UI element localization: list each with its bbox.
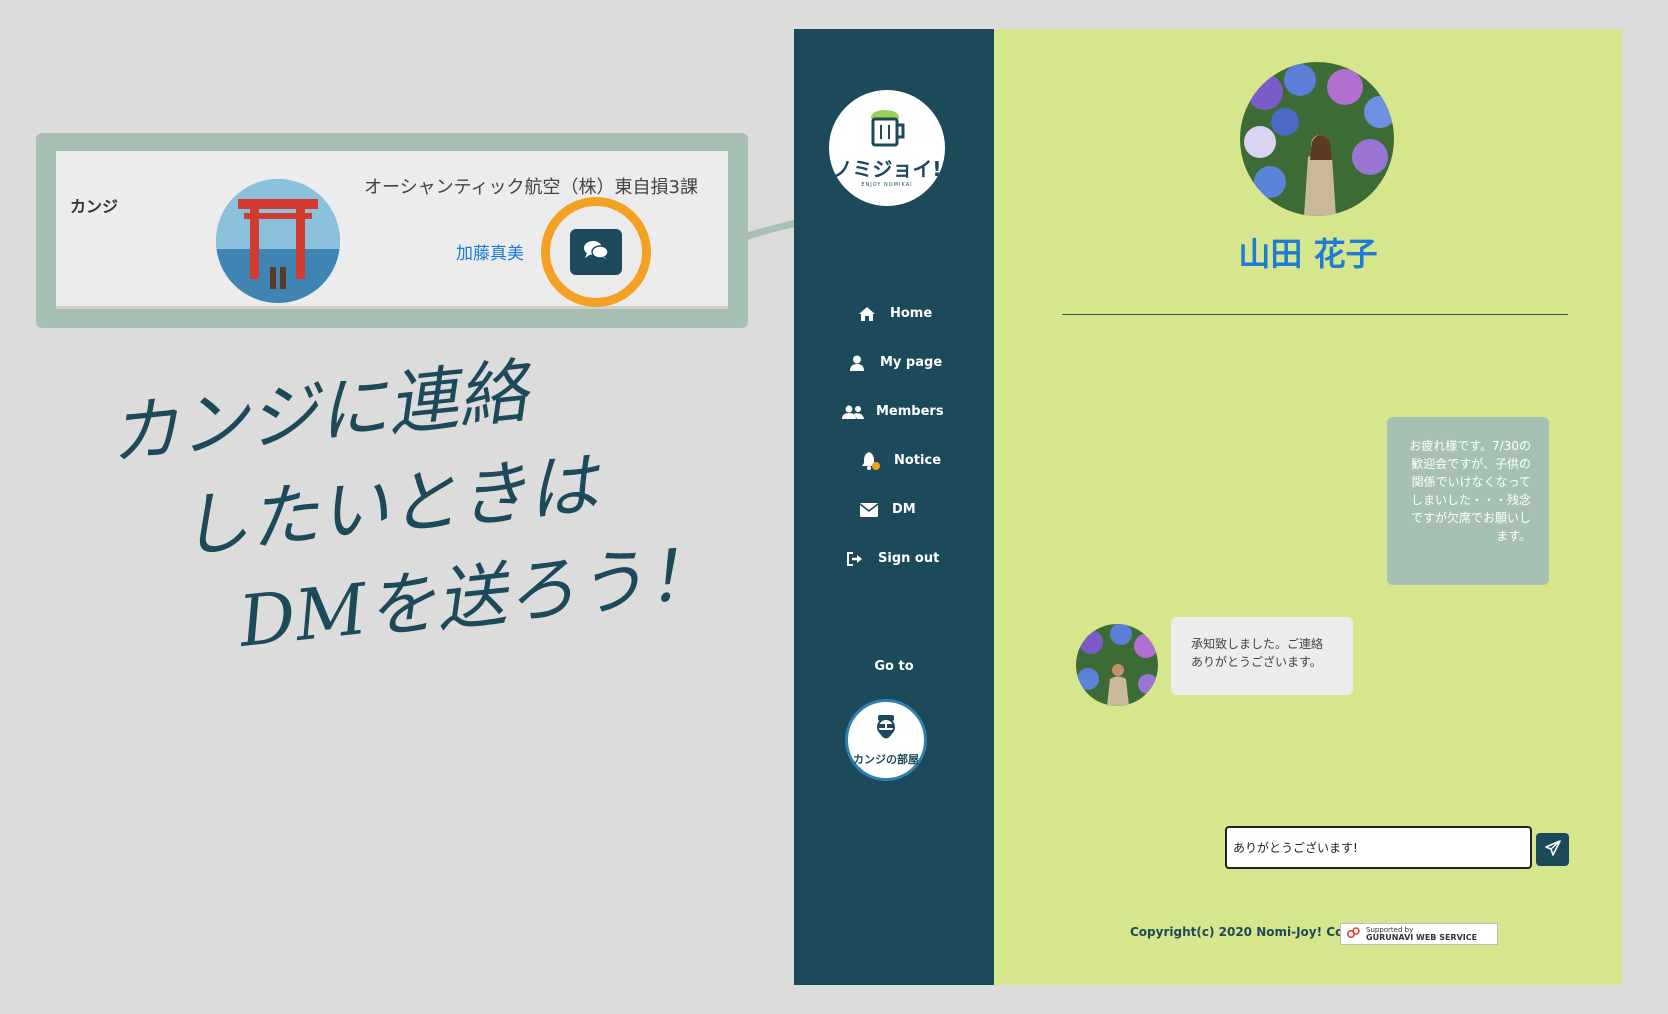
gurunavi-badge[interactable]: Supported by GURUNAVI WEB SERVICE (1340, 923, 1498, 945)
nav-label-members: Members (876, 404, 944, 419)
app-window: ノミジョイ! ENJOY NOMIKAI Home My page Member… (794, 29, 1622, 985)
nav-dm[interactable]: DM (794, 485, 994, 534)
nav-my-page[interactable]: My page (794, 338, 994, 387)
paper-plane-icon (1544, 839, 1561, 860)
profile-name: 山田 花子 (1238, 235, 1378, 273)
users-icon (842, 404, 864, 420)
logo-text: ノミジョイ! (832, 156, 942, 181)
app-logo[interactable]: ノミジョイ! ENJOY NOMIKAI (829, 90, 945, 206)
gurunavi-logo-icon (1346, 927, 1361, 941)
profile-photo (1240, 62, 1394, 216)
company-name: オーシャンティック航空（株）東自損3課 (364, 177, 699, 198)
nav-label-sign-out: Sign out (878, 551, 940, 566)
bearded-man-icon (869, 713, 903, 751)
highlight-ring (541, 197, 651, 307)
member-name-link[interactable]: 加藤真美 (456, 239, 524, 264)
copyright: Copyright(c) 2020 Nomi-Joy! Co.,Ltd (1130, 925, 1375, 939)
kanji-room-link[interactable]: カンジの部屋 (845, 699, 927, 781)
nav-home[interactable]: Home (794, 289, 994, 338)
message-avatar (1076, 624, 1158, 706)
nav-sign-out[interactable]: Sign out (794, 534, 994, 583)
nav-members[interactable]: Members (794, 387, 994, 436)
member-avatar (216, 179, 340, 303)
kanji-room-text: カンジの部屋 (853, 753, 919, 766)
handwritten-note: カンジに連絡 したいときは DMを送ろう！ (104, 318, 772, 683)
envelope-icon (858, 502, 880, 517)
sidebar-nav: Home My page Members Notice DM Sign out (794, 289, 994, 583)
send-button[interactable] (1536, 833, 1569, 866)
nav-notice[interactable]: Notice (794, 436, 994, 485)
home-icon (856, 306, 878, 322)
nav-label-dm: DM (892, 502, 916, 517)
divider (1062, 314, 1568, 315)
sidebar: ノミジョイ! ENJOY NOMIKAI Home My page Member… (794, 29, 994, 985)
sign-out-icon (844, 551, 866, 567)
gurunavi-line2: GURUNAVI WEB SERVICE (1366, 933, 1478, 942)
nav-label-home: Home (890, 306, 933, 321)
nav-label-notice: Notice (894, 453, 942, 468)
dm-message-input[interactable] (1225, 826, 1532, 869)
user-icon (846, 355, 868, 371)
dm-main-panel: 山田 花子 お疲れ様です。7/30の歓迎会ですが、子供の関係でいけなくなってしま… (994, 29, 1622, 985)
logo-subtext: ENJOY NOMIKAI (861, 181, 913, 188)
kanji-tag: カンジ (70, 197, 119, 216)
bell-icon (860, 451, 882, 471)
message-received: 承知致しました。ご連絡ありがとうございます。 (1171, 617, 1353, 695)
nav-label-my-page: My page (880, 355, 943, 370)
message-sent: お疲れ様です。7/30の歓迎会ですが、子供の関係でいけなくなってしまいした・・・… (1387, 417, 1549, 585)
beer-mug-icon (865, 109, 909, 153)
goto-label: Go to (874, 659, 914, 674)
